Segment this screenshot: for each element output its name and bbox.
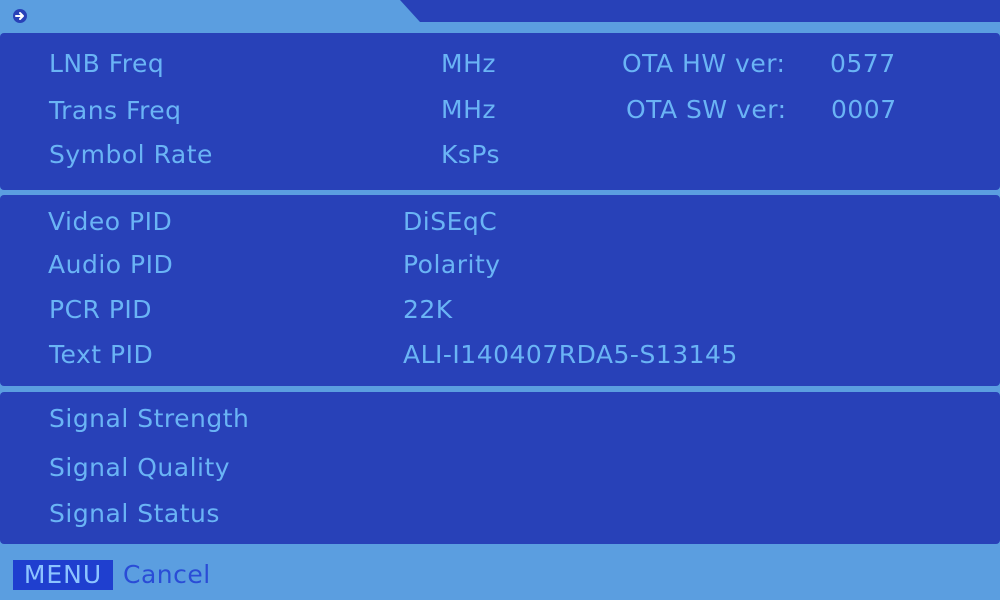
ota-hw-value: 0577 [830, 49, 896, 78]
signal-status-label: Signal Status [49, 499, 220, 528]
ota-sw-label: OTA SW ver: [626, 95, 787, 124]
polarity-label: Polarity [403, 250, 501, 279]
pcr-pid-label: PCR PID [49, 295, 153, 324]
cancel-label: Cancel [123, 560, 211, 589]
audio-pid-label: Audio PID [48, 250, 174, 279]
trans-freq-unit: MHz [441, 95, 496, 124]
video-pid-label: Video PID [48, 207, 173, 236]
title-bar-tab [400, 0, 1000, 22]
title-bar [0, 0, 1000, 32]
system-info-screen: LNB Freq MHz OTA HW ver: 0577 Trans Freq… [0, 0, 1000, 600]
symbol-rate-unit: KsPs [441, 140, 501, 169]
diseqc-label: DiSEqC [403, 207, 498, 236]
text-pid-label: Text PID [49, 340, 154, 369]
lnb-freq-unit: MHz [441, 49, 496, 78]
signal-strength-label: Signal Strength [49, 404, 250, 433]
back-arrow-icon[interactable] [12, 8, 28, 24]
signal-quality-label: Signal Quality [49, 453, 231, 482]
menu-key-button[interactable]: MENU [13, 560, 113, 590]
tone-22k-label: 22K [403, 295, 453, 324]
lnb-freq-label: LNB Freq [49, 49, 165, 78]
firmware-version: ALI-I140407RDA5-S13145 [403, 340, 738, 369]
symbol-rate-label: Symbol Rate [49, 140, 213, 169]
trans-freq-label: Trans Freq [49, 96, 182, 125]
ota-hw-label: OTA HW ver: [622, 49, 786, 78]
tuner-info-panel: LNB Freq MHz OTA HW ver: 0577 Trans Freq… [0, 33, 1000, 190]
ota-sw-value: 0007 [831, 95, 897, 124]
pid-info-panel: Video PID DiSEqC Audio PID Polarity PCR … [0, 195, 1000, 386]
signal-info-panel: Signal Strength Signal Quality Signal St… [0, 392, 1000, 544]
